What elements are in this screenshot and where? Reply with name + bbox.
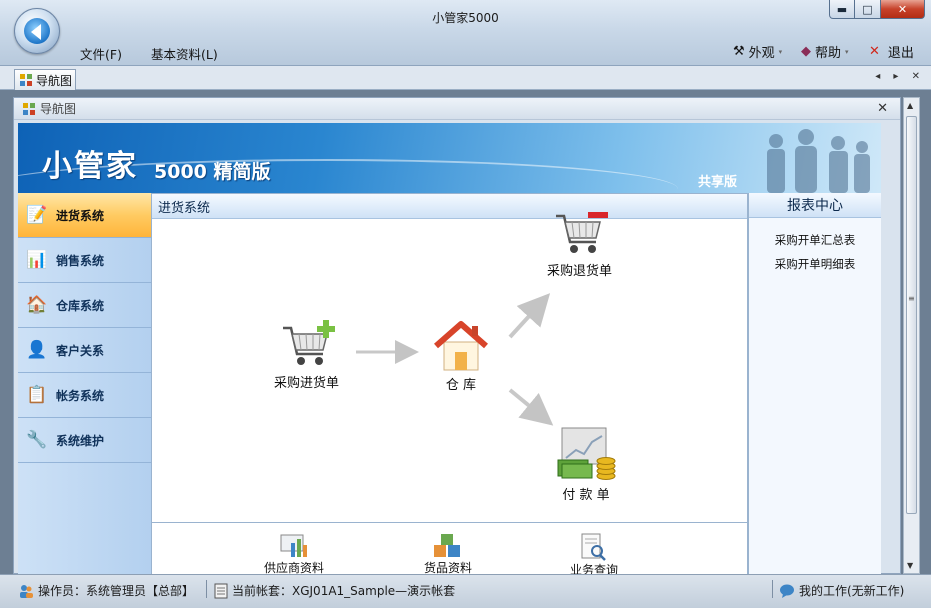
wrench-icon: 🔧 bbox=[26, 430, 48, 450]
sidebar-item-label: 销售系统 bbox=[56, 253, 105, 268]
product-banner: 小管家 5000 精简版 共享版 bbox=[18, 123, 881, 193]
tab-label: 导航图 bbox=[36, 73, 73, 88]
close-window-button[interactable]: ✕ bbox=[881, 0, 925, 19]
account-text: 当前帐套：XGJ01A1_Sample—演示帐套 bbox=[232, 584, 456, 598]
users-icon bbox=[20, 584, 33, 598]
purchase-return-node[interactable]: 采购退货单 bbox=[547, 208, 612, 279]
title-bar: 小管家5000 ▬ □ ✕ 文件(F) 基本资料(L) ⚒ 外观 ▾ ◆ 帮助 … bbox=[0, 0, 931, 66]
sidebar-item-label: 帐务系统 bbox=[56, 388, 105, 403]
payment-label: 付 款 单 bbox=[562, 488, 610, 503]
business-query-link[interactable]: 业务查询 bbox=[570, 533, 619, 575]
window-controls: ▬ □ ✕ bbox=[829, 0, 925, 19]
nav-map-icon bbox=[20, 74, 32, 86]
business-query-label: 业务查询 bbox=[570, 563, 619, 575]
sales-chart-icon: 📊 bbox=[26, 250, 48, 270]
chat-bubble-icon bbox=[780, 584, 794, 598]
help-book-icon: ◆ bbox=[801, 44, 811, 59]
status-account: 当前帐套：XGJ01A1_Sample—演示帐套 bbox=[214, 582, 455, 599]
clipboard-icon: 📋 bbox=[26, 385, 48, 405]
module-sidebar: 📝 进货系统 📊 销售系统 🏠 仓库系统 👤 客户关系 📋 帐务系统 🔧 系统维… bbox=[18, 193, 151, 575]
status-my-work[interactable]: 我的工作(无新工作) bbox=[779, 582, 904, 599]
cart-remove-icon bbox=[555, 212, 608, 253]
nav-map-icon bbox=[23, 102, 35, 115]
operator-text: 操作员：系统管理员【总部】 bbox=[38, 584, 195, 598]
business-people-image bbox=[767, 129, 870, 193]
purchase-flow-panel: 进货系统 采购进货单 仓 库 采购退货单 付 款 单 bbox=[151, 193, 748, 523]
warehouse-house-icon bbox=[434, 321, 488, 371]
exit-button[interactable]: ✕ 退出 bbox=[869, 42, 914, 61]
maximize-button[interactable]: □ bbox=[855, 0, 881, 19]
tools-icon: ⚒ bbox=[733, 44, 745, 59]
nav-map-window: 导航图 ✕ 小管家 5000 精简版 共享版 📝 进货系统 📊 销售系统 🏠 仓… bbox=[13, 97, 901, 575]
scroll-up-icon[interactable]: ▲ bbox=[907, 101, 913, 110]
sidebar-item-label: 进货系统 bbox=[56, 208, 105, 223]
window-title: 小管家5000 bbox=[432, 11, 499, 25]
menu-file[interactable]: 文件(F) bbox=[80, 44, 122, 63]
arrow-left-icon bbox=[31, 24, 41, 40]
help-button[interactable]: ◆ 帮助 ▾ bbox=[801, 42, 849, 61]
warehouse-node[interactable]: 仓 库 bbox=[434, 320, 488, 393]
document-pen-icon: 📝 bbox=[26, 205, 48, 225]
banner-product-version: 5000 精简版 bbox=[154, 161, 271, 183]
sidebar-item-label: 系统维护 bbox=[56, 433, 105, 448]
dropdown-caret-icon: ▾ bbox=[778, 47, 783, 56]
warehouse-label: 仓 库 bbox=[445, 378, 477, 393]
exit-label: 退出 bbox=[887, 46, 914, 61]
ledger-icon bbox=[214, 583, 228, 598]
sidebar-item-purchase[interactable]: 📝 进货系统 bbox=[18, 193, 151, 238]
money-chart-icon bbox=[557, 427, 616, 480]
payment-node[interactable]: 付 款 单 bbox=[556, 426, 616, 503]
cart-add-icon bbox=[282, 320, 335, 365]
supplier-data-label: 供应商资料 bbox=[264, 561, 325, 575]
goods-data-label: 货品资料 bbox=[424, 561, 473, 575]
nav-window-close-button[interactable]: ✕ bbox=[877, 101, 888, 116]
status-bar: 操作员：系统管理员【总部】 当前帐套：XGJ01A1_Sample—演示帐套 我… bbox=[0, 574, 931, 608]
purchase-return-label: 采购退货单 bbox=[547, 264, 613, 279]
my-work-text: 我的工作(无新工作) bbox=[799, 584, 905, 598]
nav-window-title: 导航图 bbox=[40, 102, 77, 116]
tab-scroll-controls[interactable]: ◂ ▸ ✕ bbox=[875, 71, 925, 82]
workspace: 导航图 ✕ 小管家 5000 精简版 共享版 📝 进货系统 📊 销售系统 🏠 仓… bbox=[0, 90, 931, 575]
help-label: 帮助 bbox=[815, 46, 842, 61]
scroll-grip-icon: ≡ bbox=[908, 294, 915, 303]
sidebar-item-warehouse[interactable]: 🏠 仓库系统 bbox=[18, 283, 151, 328]
scrollbar-thumb[interactable] bbox=[906, 116, 917, 514]
vertical-scrollbar[interactable]: ▲ ≡ ▼ bbox=[903, 97, 920, 574]
tab-nav-map[interactable]: 导航图 bbox=[14, 69, 76, 90]
banner-edition: 共享版 bbox=[698, 175, 738, 190]
sidebar-item-customers[interactable]: 👤 客户关系 bbox=[18, 328, 151, 373]
sidebar-item-label: 客户关系 bbox=[56, 343, 105, 358]
goods-boxes-icon bbox=[434, 534, 460, 557]
user-add-icon: 👤 bbox=[26, 340, 48, 360]
status-divider bbox=[206, 580, 207, 598]
supplier-chart-icon bbox=[280, 534, 307, 557]
report-center-panel: 报表中心 采购开单汇总表 采购开单明细表 bbox=[748, 193, 881, 575]
report-link-summary[interactable]: 采购开单汇总表 bbox=[749, 232, 881, 248]
document-search-icon bbox=[581, 533, 606, 561]
report-center-title: 报表中心 bbox=[749, 193, 881, 218]
dropdown-caret-icon: ▾ bbox=[845, 47, 849, 56]
exit-x-icon: ✕ bbox=[869, 44, 880, 59]
house-icon: 🏠 bbox=[26, 295, 48, 315]
purchase-order-node[interactable]: 采购进货单 bbox=[274, 320, 339, 391]
basic-data-strip: 供应商资料 货品资料 业务查询 bbox=[151, 523, 748, 575]
report-link-detail[interactable]: 采购开单明细表 bbox=[749, 256, 881, 272]
sidebar-item-sales[interactable]: 📊 销售系统 bbox=[18, 238, 151, 283]
status-operator: 操作员：系统管理员【总部】 bbox=[18, 582, 194, 599]
scroll-down-icon[interactable]: ▼ bbox=[907, 561, 913, 570]
sidebar-item-label: 仓库系统 bbox=[56, 298, 105, 313]
purchase-order-label: 采购进货单 bbox=[274, 376, 340, 391]
sidebar-item-accounts[interactable]: 📋 帐务系统 bbox=[18, 373, 151, 418]
document-tab-strip: 导航图 ◂ ▸ ✕ bbox=[0, 66, 931, 90]
appearance-button[interactable]: ⚒ 外观 ▾ bbox=[733, 42, 782, 61]
sidebar-item-maintenance[interactable]: 🔧 系统维护 bbox=[18, 418, 151, 463]
appearance-label: 外观 bbox=[748, 46, 775, 61]
supplier-data-link[interactable]: 供应商资料 bbox=[264, 533, 325, 575]
menu-basic-data[interactable]: 基本资料(L) bbox=[151, 44, 218, 63]
status-divider bbox=[772, 580, 773, 598]
minimize-button[interactable]: ▬ bbox=[829, 0, 855, 19]
goods-data-link[interactable]: 货品资料 bbox=[424, 533, 473, 575]
banner-product-name: 小管家 bbox=[42, 149, 138, 184]
nav-window-titlebar: 导航图 ✕ bbox=[14, 98, 900, 120]
